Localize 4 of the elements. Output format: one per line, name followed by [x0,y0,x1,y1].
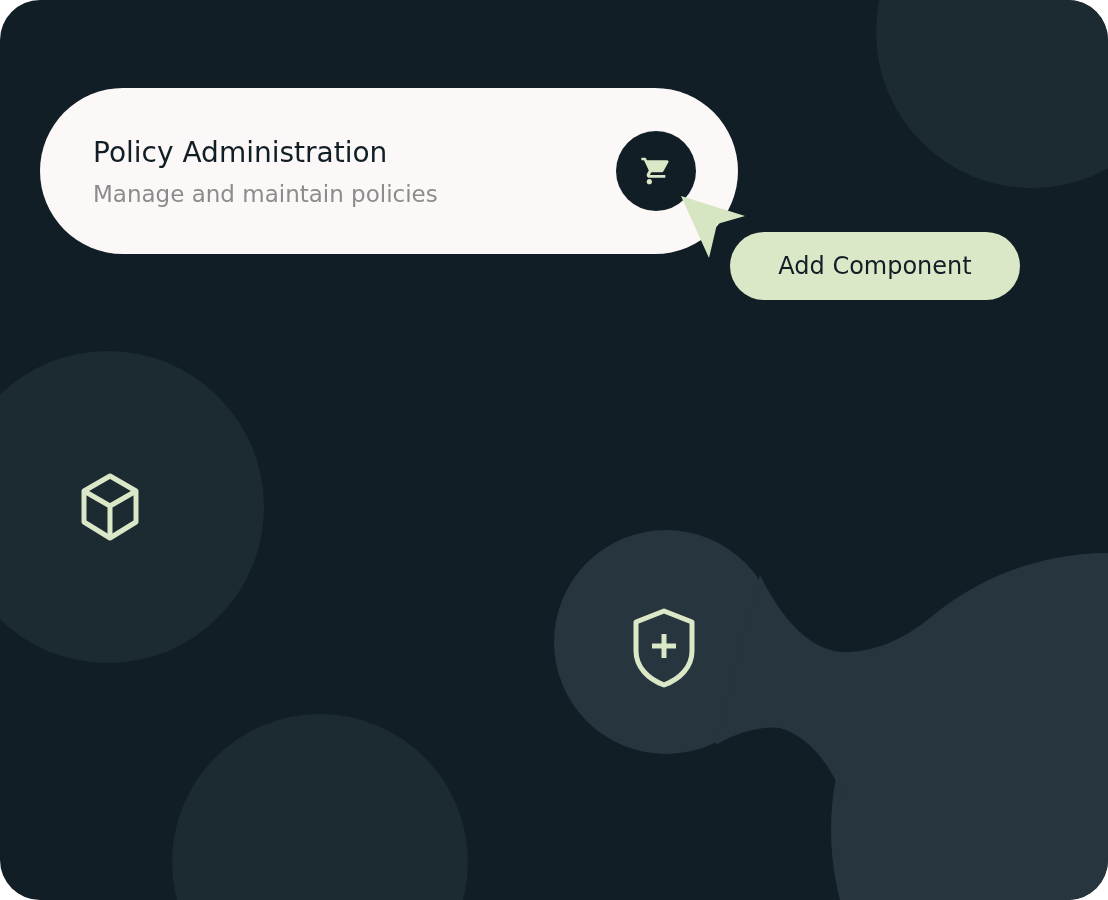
cart-icon [640,155,672,187]
card-subtitle: Manage and maintain policies [93,180,439,207]
card-title: Policy Administration [93,135,389,169]
add-component-tooltip: Add Component [730,232,1020,300]
